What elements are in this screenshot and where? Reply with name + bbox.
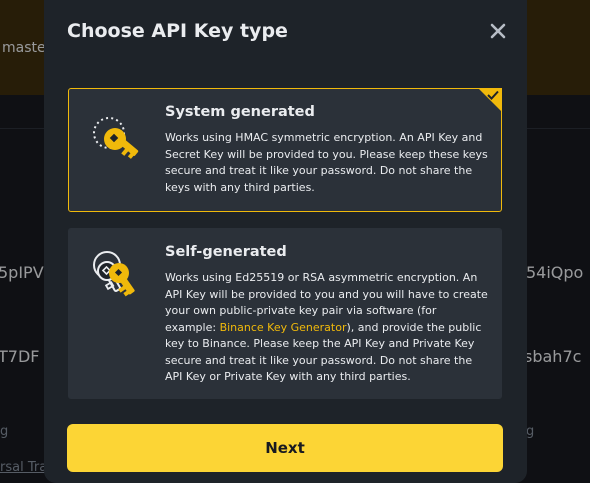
close-icon — [490, 23, 506, 39]
modal-title: Choose API Key type — [67, 20, 288, 42]
close-button[interactable] — [489, 22, 507, 40]
keys-icon — [93, 251, 135, 297]
option-title: Self-generated — [165, 244, 287, 260]
option-self-generated[interactable]: Self-generated Works using Ed25519 or RS… — [68, 228, 502, 399]
option-title: System generated — [165, 104, 315, 120]
key-icon — [93, 117, 139, 159]
binance-key-generator-link[interactable]: Binance Key Generator — [220, 321, 347, 334]
next-button[interactable]: Next — [67, 424, 503, 472]
checkmark-icon — [487, 90, 499, 100]
option-description: Works using HMAC symmetric encryption. A… — [165, 131, 488, 194]
choose-api-key-modal: Choose API Key type System generated Wor… — [44, 0, 527, 483]
option-description: Works using Ed25519 or RSA asymmetric en… — [165, 270, 490, 386]
option-system-generated[interactable]: System generated Works using HMAC symmet… — [68, 88, 502, 212]
